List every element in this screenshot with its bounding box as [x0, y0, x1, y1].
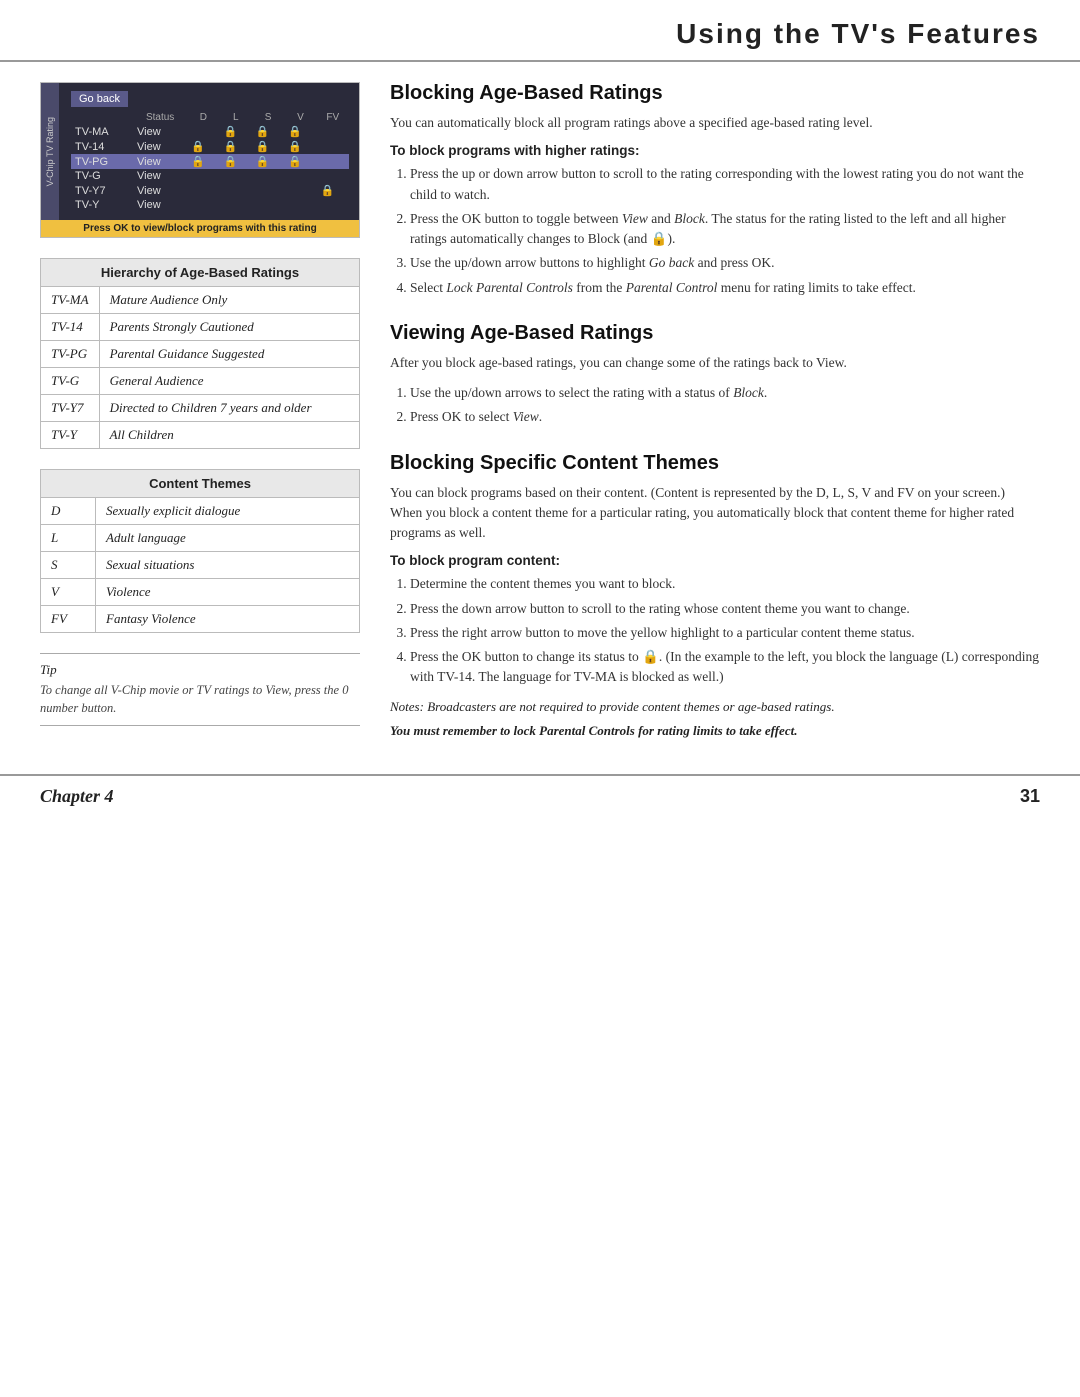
tv-col-l: L: [220, 111, 252, 124]
rating-code: TV-14: [41, 314, 100, 341]
blocking-specific-intro-text: You can block programs based on their co…: [390, 483, 1040, 544]
viewing-age-title: Viewing Age-Based Ratings: [390, 322, 1040, 345]
rating-desc: All Children: [99, 422, 359, 449]
viewing-age-intro: After you block age-based ratings, you c…: [390, 353, 1040, 373]
table-row: TV-G General Audience: [41, 368, 360, 395]
tv-col-s: S: [252, 111, 284, 124]
blocking-specific-steps: Determine the content themes you want to…: [390, 574, 1040, 687]
rating-desc: Mature Audience Only: [99, 287, 359, 314]
page-body: V-Chip TV Rating Go back Status D L S: [0, 62, 1080, 764]
tv-col-v: V: [284, 111, 316, 124]
blocking-age-steps: Press the up or down arrow button to scr…: [390, 164, 1040, 298]
rating-code: TV-PG: [41, 341, 100, 368]
tv-screen-mockup: V-Chip TV Rating Go back Status D L S: [40, 82, 360, 238]
content-themes-table: Content Themes D Sexually explicit dialo…: [40, 469, 360, 633]
tv-sidebar: V-Chip TV Rating: [41, 83, 59, 220]
blocking-specific-section: Blocking Specific Content Themes You can…: [390, 452, 1040, 740]
list-item: Use the up/down arrow buttons to highlig…: [410, 253, 1040, 273]
tv-col-d: D: [187, 111, 219, 124]
table-row: TV-MA Mature Audience Only: [41, 287, 360, 314]
tv-screen-content: Go back Status D L S V FV: [71, 91, 349, 212]
theme-desc: Sexually explicit dialogue: [96, 498, 360, 525]
blocking-age-section: Blocking Age-Based Ratings You can autom…: [390, 82, 1040, 298]
tv-sidebar-label: V-Chip TV Rating: [45, 117, 55, 186]
content-themes-header: Content Themes: [41, 470, 360, 498]
tv-ratings-table: Status D L S V FV TV-MAView 🔒🔒: [71, 111, 349, 212]
tip-label: Tip: [40, 662, 360, 678]
rating-code: TV-Y: [41, 422, 100, 449]
theme-code: L: [41, 525, 96, 552]
list-item: Press the up or down arrow button to scr…: [410, 164, 1040, 205]
blocking-specific-intro: You can block programs based on their co…: [390, 483, 1040, 544]
theme-code: D: [41, 498, 96, 525]
theme-desc: Violence: [96, 579, 360, 606]
rating-code: TV-MA: [41, 287, 100, 314]
table-row: TV-14 Parents Strongly Cautioned: [41, 314, 360, 341]
page-header: Using the TV's Features: [0, 0, 1080, 62]
list-item: Press the right arrow button to move the…: [410, 623, 1040, 643]
table-row: L Adult language: [41, 525, 360, 552]
theme-code: FV: [41, 606, 96, 633]
hierarchy-table-header: Hierarchy of Age-Based Ratings: [41, 259, 360, 287]
page-footer: Chapter 4 31: [0, 774, 1080, 817]
tip-bottom-border: [40, 725, 360, 726]
blocking-age-title: Blocking Age-Based Ratings: [390, 82, 1040, 105]
list-item: Press the OK button to change its status…: [410, 647, 1040, 688]
hierarchy-table: Hierarchy of Age-Based Ratings TV-MA Mat…: [40, 258, 360, 449]
blocking-age-subhead: To block programs with higher ratings:: [390, 143, 1040, 158]
table-row: TV-14View 🔒🔒🔒🔒: [71, 139, 349, 154]
blocking-specific-subhead: To block program content:: [390, 553, 1040, 568]
list-item: Determine the content themes you want to…: [410, 574, 1040, 594]
list-item: Use the up/down arrows to select the rat…: [410, 383, 1040, 403]
rating-code: TV-G: [41, 368, 100, 395]
theme-desc: Fantasy Violence: [96, 606, 360, 633]
blocking-age-intro: You can automatically block all program …: [390, 113, 1040, 133]
page-title: Using the TV's Features: [40, 18, 1040, 50]
theme-code: S: [41, 552, 96, 579]
table-row: TV-YView: [71, 198, 349, 212]
table-row: S Sexual situations: [41, 552, 360, 579]
tv-col-rating: [71, 111, 133, 124]
rating-desc: Parental Guidance Suggested: [99, 341, 359, 368]
blocking-specific-title: Blocking Specific Content Themes: [390, 452, 1040, 475]
right-column: Blocking Age-Based Ratings You can autom…: [390, 82, 1040, 764]
viewing-age-intro-text: After you block age-based ratings, you c…: [390, 353, 1040, 373]
footer-chapter: Chapter 4: [40, 786, 114, 807]
list-item: Press the OK button to toggle between Vi…: [410, 209, 1040, 250]
table-row: TV-PG Parental Guidance Suggested: [41, 341, 360, 368]
viewing-age-section: Viewing Age-Based Ratings After you bloc…: [390, 322, 1040, 428]
tv-screen-inner: V-Chip TV Rating Go back Status D L S: [41, 83, 359, 220]
list-item: Press OK to select View.: [410, 407, 1040, 427]
theme-desc: Adult language: [96, 525, 360, 552]
table-row: D Sexually explicit dialogue: [41, 498, 360, 525]
table-row: TV-Y7 Directed to Children 7 years and o…: [41, 395, 360, 422]
rating-code: TV-Y7: [41, 395, 100, 422]
list-item: Select Lock Parental Controls from the P…: [410, 278, 1040, 298]
tv-go-back: Go back: [71, 91, 128, 107]
blocking-specific-note2: You must remember to lock Parental Contr…: [390, 722, 1040, 740]
table-row: TV-Y7View 🔒: [71, 183, 349, 198]
rating-desc: General Audience: [99, 368, 359, 395]
tv-col-status: Status: [133, 111, 187, 124]
theme-code: V: [41, 579, 96, 606]
left-column: V-Chip TV Rating Go back Status D L S: [40, 82, 360, 764]
viewing-age-steps: Use the up/down arrows to select the rat…: [390, 383, 1040, 428]
rating-desc: Directed to Children 7 years and older: [99, 395, 359, 422]
table-row: FV Fantasy Violence: [41, 606, 360, 633]
tip-section: Tip To change all V-Chip movie or TV rat…: [40, 653, 360, 726]
blocking-age-intro-text: You can automatically block all program …: [390, 113, 1040, 133]
list-item: Press the down arrow button to scroll to…: [410, 599, 1040, 619]
tip-text: To change all V-Chip movie or TV ratings…: [40, 682, 360, 717]
tv-col-fv: FV: [317, 111, 349, 124]
blocking-specific-note1: Notes: Broadcasters are not required to …: [390, 698, 1040, 716]
table-row: TV-GView: [71, 169, 349, 183]
tv-footer-label: Press OK to view/block programs with thi…: [41, 220, 359, 237]
table-row: TV-MAView 🔒🔒🔒: [71, 124, 349, 139]
table-row: V Violence: [41, 579, 360, 606]
rating-desc: Parents Strongly Cautioned: [99, 314, 359, 341]
theme-desc: Sexual situations: [96, 552, 360, 579]
table-row-highlighted: TV-PGView 🔒🔒🔒🔒: [71, 154, 349, 169]
footer-page-number: 31: [1020, 786, 1040, 807]
table-row: TV-Y All Children: [41, 422, 360, 449]
